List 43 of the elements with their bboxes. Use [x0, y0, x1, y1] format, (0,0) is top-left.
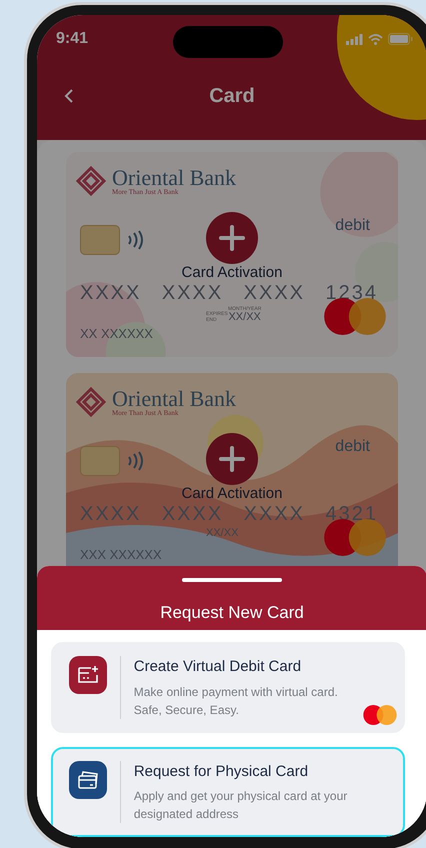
expiry-date: XX/XX	[206, 528, 238, 539]
option-title: Create Virtual Debit Card	[134, 657, 302, 677]
mastercard-logo-icon	[324, 519, 386, 556]
bank-name: Oriental Bank	[112, 166, 236, 188]
card-number-group: XXXX	[162, 504, 224, 524]
add-card-icon	[69, 656, 107, 694]
status-time: 9:41	[56, 29, 88, 49]
option-title: Request for Physical Card	[134, 762, 310, 782]
sheet-title: Request New Card	[160, 602, 304, 624]
chip-icon	[80, 225, 120, 255]
option-description: Make online payment with virtual card. Safe, Secure, Easy.	[134, 684, 339, 718]
card-option[interactable]: Create Virtual Debit Card Make online payment with virtual card. Safe, Secure, Easy.	[51, 642, 405, 732]
expiry-date: XX/XX	[228, 312, 261, 323]
card-number-group: 4321	[325, 504, 378, 524]
contactless-icon	[126, 451, 144, 471]
card-activation-label: Card Activation	[182, 263, 282, 283]
drag-handle[interactable]	[182, 578, 282, 582]
bank-logo-icon	[76, 387, 106, 417]
card-number-group: XXXX	[244, 504, 306, 524]
card-number-group: XXXX	[80, 283, 142, 303]
card-option[interactable]: Request for Physical Card Apply and get your physical card at your designated address	[51, 746, 405, 837]
card-number-group: XXXX	[244, 283, 306, 303]
mastercard-logo-icon	[363, 704, 397, 724]
plus-icon	[219, 225, 245, 251]
cardholder-name: XX XXXXXX	[80, 327, 153, 340]
card-activation-label: Card Activation	[182, 484, 282, 504]
back-chevron-icon	[64, 88, 74, 104]
bank-name: Oriental Bank	[112, 388, 236, 410]
card-number-group: 1234	[325, 283, 378, 303]
card-number-group: XXXX	[162, 283, 224, 303]
contactless-icon	[126, 230, 144, 250]
card-number-group: XXXX	[80, 504, 142, 524]
bank-logo-icon	[76, 166, 106, 196]
card-type-label: debit	[335, 437, 370, 457]
card-type-label: debit	[335, 216, 370, 236]
page-title: Card	[209, 84, 255, 109]
wifi-icon	[368, 34, 383, 44]
cards-icon	[69, 760, 107, 798]
chip-icon	[80, 446, 120, 476]
mastercard-logo-icon	[324, 298, 386, 335]
signal-icon	[346, 34, 363, 44]
option-description: Apply and get your physical card at your designated address	[134, 788, 348, 823]
plus-icon	[219, 446, 245, 472]
